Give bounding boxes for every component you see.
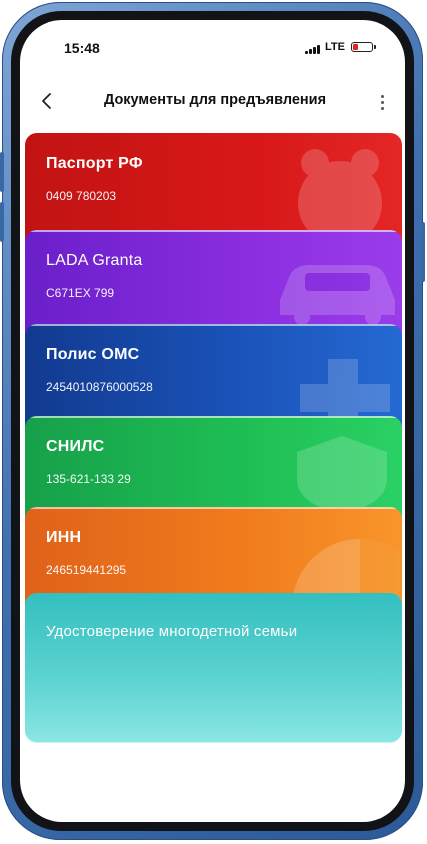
signal-icon: [305, 44, 325, 54]
status-bar: 15:48 LTE: [20, 20, 405, 74]
status-time: 15:48: [64, 40, 100, 56]
shield-icon: [297, 436, 387, 514]
back-button[interactable]: [32, 86, 62, 116]
card-number: 246519441295: [46, 563, 127, 577]
card-title: СНИЛС: [46, 438, 105, 455]
battery-icon: [351, 42, 376, 52]
network-type: LTE: [325, 41, 345, 53]
card-title: Удостоверение многодетной семьи: [46, 623, 298, 640]
more-vertical-icon: [380, 94, 384, 98]
card-title: Паспорт РФ: [46, 155, 143, 172]
power-button: [421, 222, 425, 282]
app-header: Документы для предъявления: [20, 82, 405, 122]
volume-button: [0, 152, 4, 192]
battery-level: [353, 44, 358, 50]
page-title: Документы для предъявления: [103, 92, 327, 108]
card-title: ИНН: [46, 529, 82, 546]
car-icon: [280, 265, 395, 325]
card-title: LADA Granta: [46, 252, 143, 269]
card-number: С671ЕХ 799: [46, 286, 115, 300]
chevron-left-icon: [42, 93, 51, 109]
card-number: 2454010876000528: [46, 380, 153, 394]
coat-of-arms-icon: [298, 149, 382, 243]
volume-button: [0, 202, 4, 242]
card-number: 0409 780203: [46, 189, 117, 203]
card-number: 135-621-133 29: [46, 472, 131, 486]
phone-screen: 15:48 LTE Документы для предъявления Пас…: [20, 20, 405, 822]
document-card-large-family[interactable]: Удостоверение многодетной семьи: [25, 593, 402, 743]
more-button[interactable]: [370, 88, 394, 116]
card-title: Полис ОМС: [46, 346, 140, 363]
